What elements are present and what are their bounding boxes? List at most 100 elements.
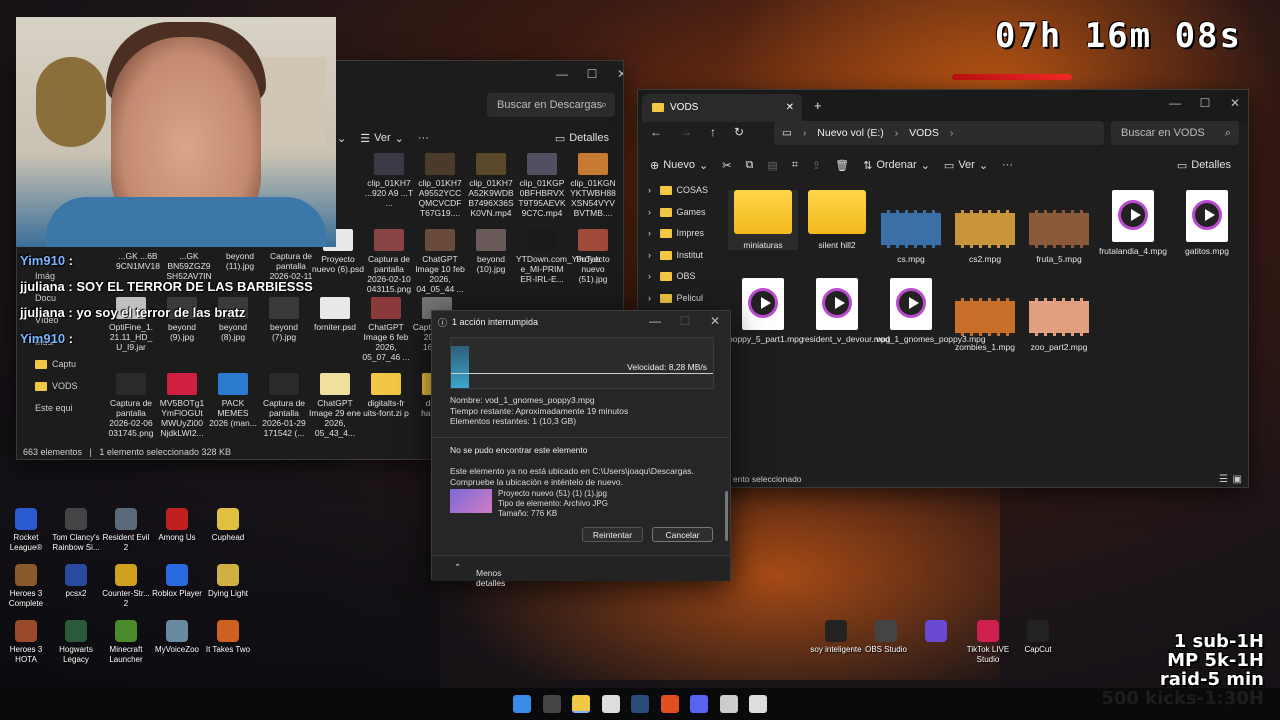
minimize-icon[interactable]: — — [1160, 96, 1190, 110]
desktop-shortcut[interactable]: Roblox Player — [151, 564, 203, 599]
chevron-right-icon[interactable]: › — [648, 271, 654, 281]
chevron-right-icon[interactable]: › — [648, 293, 654, 303]
desktop-shortcut[interactable]: Heroes 3 HOTA — [0, 620, 52, 664]
file-item[interactable]: digitalts-fr uits-font.zi p — [360, 373, 412, 418]
tree-item[interactable]: › Games — [648, 202, 706, 222]
address-bar[interactable]: ▭ › Nuevo vol (E:) › VODS › — [774, 121, 1104, 145]
details-button[interactable]: ▭ Detalles — [1177, 159, 1231, 172]
file-item[interactable]: clip_01KGP 0BFHBRVX T9T95AEVK 9C7C.mp4 — [516, 153, 568, 218]
file-item[interactable]: resident_v_devour.mpg — [802, 278, 890, 344]
maximize-icon[interactable]: ☐ — [577, 67, 607, 81]
less-details-button[interactable]: ⌃ Menos detalles — [454, 562, 505, 588]
file-item[interactable]: YTDown.com_YouTub e_MI-PRIM ER-IRL-E... — [516, 229, 600, 284]
chevron-right-icon[interactable]: › — [648, 207, 654, 217]
desktop-shortcut[interactable]: MyVoiceZoo — [151, 620, 203, 655]
file-item[interactable]: silent hill2 — [802, 190, 872, 250]
list-view-icon[interactable]: ☰ — [1219, 474, 1228, 485]
close-icon[interactable]: ✕ — [607, 67, 623, 81]
desktop-shortcut[interactable]: OBS Studio — [860, 620, 912, 655]
file-item[interactable]: Captura de pantalla 2026-01-29 171542 (.… — [258, 373, 310, 438]
file-item[interactable]: Proyecto nuevo (51).jpg — [567, 229, 619, 284]
file-item[interactable]: miniaturas — [728, 190, 798, 250]
brave-icon[interactable] — [660, 695, 679, 713]
breadcrumb-vods[interactable]: VODS — [909, 127, 939, 139]
terminal-icon[interactable] — [542, 695, 561, 713]
sort-chevron-icon[interactable]: ⌄ — [337, 132, 346, 145]
file-item[interactable]: poppy_5_part1.mpg — [728, 278, 804, 344]
file-item[interactable]: MV5BOTg1 YmFlOGUt MWUyZi00 NjdkLWI2... — [156, 373, 208, 438]
minimize-icon[interactable]: — — [640, 314, 670, 328]
capcut-icon[interactable] — [749, 695, 767, 713]
file-item[interactable]: ChatGPT Image 6 feb 2026, 05_07_46 ... — [360, 297, 412, 362]
file-item[interactable]: ChatGPT Image 29 ene 2026, 05_43_4... — [309, 373, 361, 438]
file-item[interactable]: ChatGPT Image 10 feb 2026, 04_05_44 ... — [414, 229, 466, 294]
desktop-shortcut[interactable]: pcsx2 — [50, 564, 102, 599]
file-item[interactable]: beyond (10).jpg — [465, 229, 517, 274]
desktop-shortcut[interactable]: TikTok LIVE Studio — [962, 620, 1014, 664]
windows-start-icon[interactable] — [513, 695, 531, 713]
refresh-icon[interactable]: ↻ — [734, 125, 744, 139]
share-icon[interactable]: ⇪ — [812, 159, 821, 172]
sort-button[interactable]: ⇅ Ordenar ⌄ — [863, 159, 930, 172]
copy-icon[interactable]: ⧉ — [745, 159, 753, 172]
maximize-icon[interactable]: ☐ — [1190, 96, 1220, 110]
close-icon[interactable]: ✕ — [700, 314, 730, 328]
tiles-view-icon[interactable]: ▣ — [1233, 474, 1242, 485]
file-explorer-icon[interactable] — [572, 695, 590, 713]
more-button[interactable]: ··· — [418, 132, 429, 144]
chevron-right-icon[interactable]: › — [648, 228, 654, 238]
view-button[interactable]: ▭ Ver ⌄ — [944, 159, 988, 172]
desktop-shortcut[interactable]: soy inteligente — [810, 620, 862, 655]
file-item[interactable]: vod_1_gnomes_poppy3.mpg — [876, 278, 986, 344]
file-operation-dialog[interactable]: ⓘ 1 acción interrumpida — ☐ ✕ Velocidad:… — [431, 310, 731, 588]
desktop-shortcut[interactable]: It Takes Two — [202, 620, 254, 655]
tree-item[interactable]: › Impres — [648, 223, 704, 243]
breadcrumb-drive[interactable]: Nuevo vol (E:) — [817, 127, 884, 139]
paste-icon[interactable]: ▤ — [767, 159, 777, 172]
new-tab-icon[interactable]: + — [814, 98, 822, 113]
file-item[interactable]: zoo_part2.mpg — [1024, 278, 1094, 352]
file-item[interactable]: PACK MEMES 2026 (man... — [207, 373, 259, 428]
obs-icon[interactable] — [719, 695, 738, 713]
close-tab-icon[interactable]: ✕ — [786, 94, 794, 122]
file-item[interactable]: clip_01KGN YKTWBH88 XSN54VYV BVTMB.... — [567, 153, 619, 218]
maximize-icon[interactable]: ☐ — [670, 314, 700, 328]
retry-button[interactable]: Reintentar — [582, 527, 643, 542]
desktop-shortcut[interactable]: Among Us — [151, 508, 203, 543]
file-item[interactable]: gatitos.mpg — [1172, 190, 1242, 256]
file-item[interactable]: zombies_1.mpg — [950, 278, 1020, 352]
file-item[interactable]: frutalandia_4.mpg — [1098, 190, 1168, 256]
search-input[interactable]: Buscar en VODS ⌕ — [1111, 121, 1239, 145]
delete-icon[interactable]: 🗑 — [835, 159, 849, 172]
new-button[interactable]: ⊕ Nuevo ⌄ — [650, 159, 708, 172]
file-item[interactable]: fruta_5.mpg — [1024, 190, 1094, 264]
view-button[interactable]: ☰ Ver ⌄ — [360, 132, 404, 145]
desktop-shortcut[interactable]: Counter-Str... 2 — [100, 564, 152, 608]
desktop-shortcut[interactable]: Cuphead — [202, 508, 254, 543]
tab-vods[interactable]: VODS ✕ — [642, 94, 802, 122]
desktop-shortcut[interactable]: Minecraft Launcher — [100, 620, 152, 664]
cut-icon[interactable]: ✂ — [722, 159, 731, 172]
epic-games-icon[interactable] — [601, 695, 620, 713]
tree-item[interactable]: › Institut — [648, 245, 703, 265]
file-item[interactable]: cs2.mpg — [950, 190, 1020, 264]
chevron-right-icon[interactable]: › — [648, 250, 654, 260]
discord-icon[interactable] — [690, 695, 708, 713]
tree-item[interactable]: › Pelicul — [648, 288, 703, 308]
tree-item[interactable]: › COSAS — [648, 180, 708, 200]
desktop-shortcut[interactable]: Resident Evil 2 — [100, 508, 152, 552]
rename-icon[interactable]: ⌗ — [792, 159, 798, 172]
nav-item-captures[interactable]: Captu — [17, 353, 87, 375]
details-button[interactable]: ▭ Detalles — [555, 132, 609, 145]
desktop-shortcut[interactable]: Tom Clancy's Rainbow Si... — [50, 508, 102, 552]
desktop-shortcut[interactable]: Dying Light — [202, 564, 254, 599]
chevron-right-icon[interactable]: › — [648, 185, 654, 195]
file-item[interactable]: clip_01KH7 A9552YCC QMCVCDF T67G19.... — [414, 153, 466, 218]
file-item[interactable]: clip_01KH7 A52K9WDB B7496X36S K0VN.mp4 — [465, 153, 517, 218]
file-item[interactable]: Captura de pantalla 2026-02-06 031745.pn… — [105, 373, 157, 438]
desktop-shortcut[interactable] — [910, 620, 962, 645]
file-item[interactable]: clip_01KH7 ...920 A9 ...T ... — [363, 153, 415, 208]
cancel-button[interactable]: Cancelar — [652, 527, 713, 542]
more-button[interactable]: ··· — [1002, 159, 1013, 171]
close-icon[interactable]: ✕ — [1220, 96, 1248, 110]
